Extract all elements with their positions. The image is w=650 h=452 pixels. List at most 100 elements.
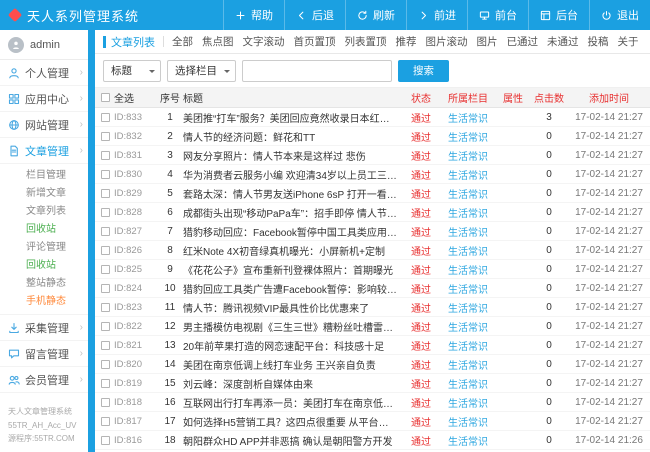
field-select[interactable]: 标题 bbox=[103, 60, 161, 82]
row-checkbox[interactable] bbox=[101, 322, 110, 331]
filter-tab[interactable]: 关于 bbox=[618, 34, 639, 49]
submenu-item[interactable]: 文章列表 bbox=[0, 203, 88, 221]
filter-tab[interactable]: 图片滚动 bbox=[426, 34, 468, 49]
search-input[interactable] bbox=[242, 60, 392, 82]
table-row[interactable]: ID:816 18 朝阳群众HD APP并非恶搞 确认是朝阳警方开发 通过 生活… bbox=[95, 431, 650, 450]
row-category-link[interactable]: 生活常识 bbox=[440, 167, 496, 182]
topbar-action-button[interactable]: 退出 bbox=[589, 0, 650, 30]
sidebar-item[interactable]: 会员管理 › bbox=[0, 367, 88, 393]
row-category-link[interactable]: 生活常识 bbox=[440, 110, 496, 125]
row-category-link[interactable]: 生活常识 bbox=[440, 224, 496, 239]
row-title-link[interactable]: 美团在南京低调上线打车业务 王兴亲自负责 bbox=[183, 357, 402, 372]
row-title-link[interactable]: 套路太深：情人节男友送iPhone 6sP 打开一看… bbox=[183, 186, 402, 201]
filter-tab[interactable]: 文字滚动 bbox=[243, 34, 285, 49]
row-checkbox[interactable] bbox=[101, 379, 110, 388]
topbar-action-button[interactable]: 帮助 bbox=[223, 0, 284, 30]
table-row[interactable]: ID:828 6 成都街头出现“移动PaPa车”：招手即停 情人节特供 通过 生… bbox=[95, 203, 650, 222]
filter-tab[interactable]: 未通过 bbox=[547, 34, 579, 49]
row-checkbox[interactable] bbox=[101, 227, 110, 236]
row-title-link[interactable]: 红米Note 4X初音绿真机曝光：小屏新机+定制 bbox=[183, 243, 402, 258]
row-title-link[interactable]: 华为消费者云服务小编 欢迎清34岁以上员工三线城市返回 bbox=[183, 167, 402, 182]
row-title-link[interactable]: 男主播模仿电视剧《三生三世》糟粉丝吐槽雷翻众人 bbox=[183, 319, 402, 334]
row-category-link[interactable]: 生活常识 bbox=[440, 357, 496, 372]
row-title-link[interactable]: 刘云峰：深度剖析自媒体由来 bbox=[183, 376, 402, 391]
row-title-link[interactable]: 网友分享照片：情人节本来是这样过 悲伤 bbox=[183, 148, 402, 163]
filter-tab[interactable]: 焦点图 bbox=[202, 34, 234, 49]
filter-tab[interactable]: 推荐 bbox=[396, 34, 417, 49]
filter-tab[interactable]: 投稿 bbox=[588, 34, 609, 49]
row-title-link[interactable]: 成都街头出现“移动PaPa车”：招手即停 情人节特供 bbox=[183, 205, 402, 220]
row-checkbox[interactable] bbox=[101, 436, 110, 445]
submenu-item[interactable]: 新增文章 bbox=[0, 185, 88, 203]
submenu-item[interactable]: 回收站 bbox=[0, 221, 88, 239]
row-checkbox[interactable] bbox=[101, 284, 110, 293]
topbar-action-button[interactable]: 后台 bbox=[528, 0, 589, 30]
row-category-link[interactable]: 生活常识 bbox=[440, 281, 496, 296]
filter-tab[interactable]: 图片 bbox=[477, 34, 498, 49]
row-category-link[interactable]: 生活常识 bbox=[440, 129, 496, 144]
filter-tab[interactable]: 首页置顶 bbox=[294, 34, 336, 49]
table-row[interactable]: ID:830 4 华为消费者云服务小编 欢迎清34岁以上员工三线城市返回 通过 … bbox=[95, 165, 650, 184]
filter-tab[interactable]: 已通过 bbox=[507, 34, 539, 49]
row-checkbox[interactable] bbox=[101, 303, 110, 312]
table-row[interactable]: ID:819 15 刘云峰：深度剖析自媒体由来 通过 生活常识 0 17-02-… bbox=[95, 374, 650, 393]
table-row[interactable]: ID:825 9 《花花公子》宣布重新刊登裸体照片：首期曝光 通过 生活常识 0… bbox=[95, 260, 650, 279]
row-checkbox[interactable] bbox=[101, 341, 110, 350]
submenu-item[interactable]: 手机静态 bbox=[0, 293, 88, 311]
table-row[interactable]: ID:831 3 网友分享照片：情人节本来是这样过 悲伤 通过 生活常识 0 1… bbox=[95, 146, 650, 165]
submenu-item[interactable]: 评论管理 bbox=[0, 239, 88, 257]
category-select[interactable]: 选择栏目 bbox=[167, 60, 236, 82]
row-category-link[interactable]: 生活常识 bbox=[440, 414, 496, 429]
topbar-action-button[interactable]: 前台 bbox=[467, 0, 528, 30]
row-checkbox[interactable] bbox=[101, 113, 110, 122]
table-row[interactable]: ID:824 10 猎豹回应工具类广告遭Facebook暂停：影响较为有限 通过… bbox=[95, 279, 650, 298]
row-checkbox[interactable] bbox=[101, 151, 110, 160]
row-title-link[interactable]: 猎豹移动回应：Facebook暂停中国工具类应用广告不影响其营收 bbox=[183, 224, 402, 239]
row-category-link[interactable]: 生活常识 bbox=[440, 376, 496, 391]
row-checkbox[interactable] bbox=[101, 398, 110, 407]
row-checkbox[interactable] bbox=[101, 189, 110, 198]
row-checkbox[interactable] bbox=[101, 360, 110, 369]
submenu-item[interactable]: 整站静态 bbox=[0, 275, 88, 293]
filter-tab[interactable]: 全部 bbox=[172, 34, 193, 49]
row-checkbox[interactable] bbox=[101, 208, 110, 217]
table-row[interactable]: ID:833 1 美团推“打车”服务？美团回应竟然收录日本红灯区！ 通过 生活常… bbox=[95, 108, 650, 127]
table-row[interactable]: ID:829 5 套路太深：情人节男友送iPhone 6sP 打开一看… 通过 … bbox=[95, 184, 650, 203]
row-checkbox[interactable] bbox=[101, 265, 110, 274]
table-row[interactable]: ID:817 17 如何选择H5营销工具？这四点很重要 从平台对比出发 通过 生… bbox=[95, 412, 650, 431]
topbar-action-button[interactable]: 后退 bbox=[284, 0, 345, 30]
row-checkbox[interactable] bbox=[101, 132, 110, 141]
row-title-link[interactable]: 《花花公子》宣布重新刊登裸体照片：首期曝光 bbox=[183, 262, 402, 277]
topbar-action-button[interactable]: 前进 bbox=[406, 0, 467, 30]
row-category-link[interactable]: 生活常识 bbox=[440, 186, 496, 201]
row-category-link[interactable]: 生活常识 bbox=[440, 262, 496, 277]
submenu-item[interactable]: 栏目管理 bbox=[0, 167, 88, 185]
row-category-link[interactable]: 生活常识 bbox=[440, 433, 496, 448]
row-checkbox[interactable] bbox=[101, 417, 110, 426]
row-title-link[interactable]: 互联网出行打车再添一员：美团打车在南京低调试运行 bbox=[183, 395, 402, 410]
filter-tab[interactable]: 列表置顶 bbox=[345, 34, 387, 49]
select-all-checkbox[interactable] bbox=[101, 93, 110, 102]
row-category-link[interactable]: 生活常识 bbox=[440, 338, 496, 353]
row-checkbox[interactable] bbox=[101, 170, 110, 179]
table-row[interactable]: ID:818 16 互联网出行打车再添一员：美团打车在南京低调试运行 通过 生活… bbox=[95, 393, 650, 412]
sidebar-item[interactable]: 网站管理 › bbox=[0, 112, 88, 138]
user-menu[interactable]: admin bbox=[0, 30, 88, 60]
table-row[interactable]: ID:820 14 美团在南京低调上线打车业务 王兴亲自负责 通过 生活常识 0… bbox=[95, 355, 650, 374]
row-category-link[interactable]: 生活常识 bbox=[440, 300, 496, 315]
table-row[interactable]: ID:826 8 红米Note 4X初音绿真机曝光：小屏新机+定制 通过 生活常… bbox=[95, 241, 650, 260]
row-category-link[interactable]: 生活常识 bbox=[440, 148, 496, 163]
row-category-link[interactable]: 生活常识 bbox=[440, 395, 496, 410]
row-title-link[interactable]: 如何选择H5营销工具？这四点很重要 从平台对比出发 bbox=[183, 414, 402, 429]
sidebar-item[interactable]: 留言管理 › bbox=[0, 341, 88, 367]
row-title-link[interactable]: 20年前苹果打造的网恋速配平台：科技感十足 bbox=[183, 338, 402, 353]
table-row[interactable]: ID:827 7 猎豹移动回应：Facebook暂停中国工具类应用广告不影响其营… bbox=[95, 222, 650, 241]
sidebar-item[interactable]: 应用中心 › bbox=[0, 86, 88, 112]
table-row[interactable]: ID:823 11 情人节：腾讯视频VIP最具性价比优惠来了 通过 生活常识 0… bbox=[95, 298, 650, 317]
sidebar-item-articles[interactable]: 文章管理 › bbox=[0, 138, 88, 164]
table-row[interactable]: ID:822 12 男主播模仿电视剧《三生三世》糟粉丝吐槽雷翻众人 通过 生活常… bbox=[95, 317, 650, 336]
sidebar-item[interactable]: 采集管理 › bbox=[0, 315, 88, 341]
row-category-link[interactable]: 生活常识 bbox=[440, 205, 496, 220]
table-row[interactable]: ID:832 2 情人节的经济问题：鲜花和TT 通过 生活常识 0 17-02-… bbox=[95, 127, 650, 146]
row-category-link[interactable]: 生活常识 bbox=[440, 243, 496, 258]
